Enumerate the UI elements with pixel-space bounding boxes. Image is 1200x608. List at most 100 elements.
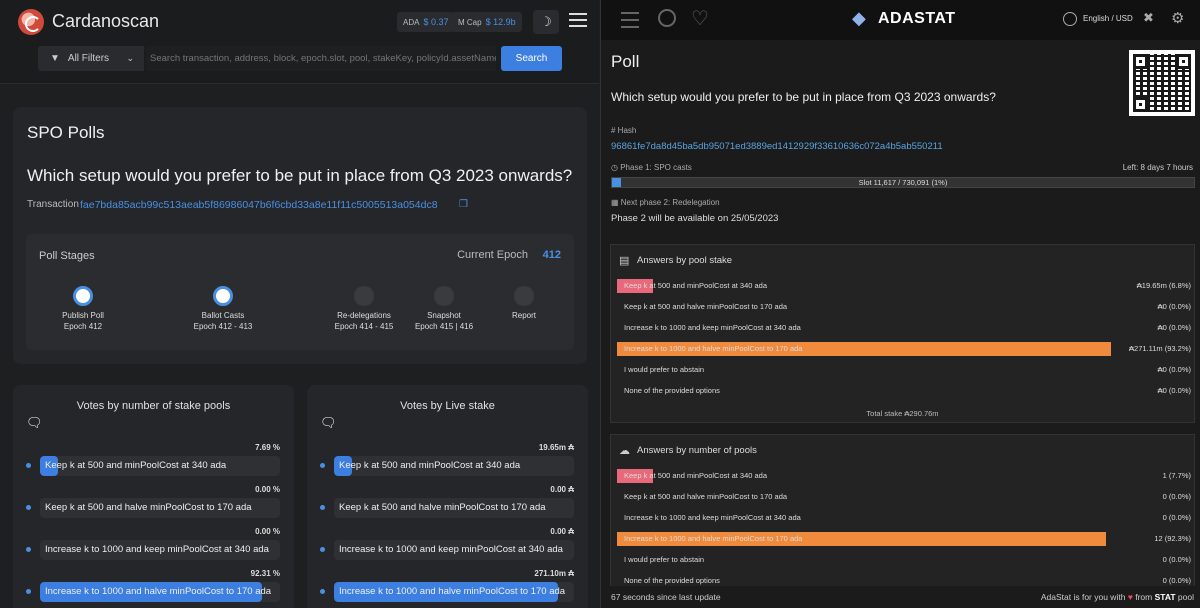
answer-row: Increase k to 1000 and halve minPoolCost… — [617, 342, 1191, 356]
answer-label: Increase k to 1000 and keep minPoolCost … — [624, 513, 801, 522]
vote-option-label: Increase k to 1000 and keep minPoolCost … — [45, 544, 269, 555]
poll-stages-title: Poll Stages — [39, 250, 95, 262]
vote-value: 0.00 ₳ — [550, 485, 574, 494]
adastat-header: ♡ ◆ ADASTAT English / USD ✖ ⚙ — [601, 0, 1200, 40]
vote-option-bar[interactable]: Increase k to 1000 and halve minPoolCost… — [334, 582, 574, 602]
answer-label: Keep k at 500 and halve minPoolCost to 1… — [624, 492, 788, 501]
search-bar: ▼ All Filters ⌄ Search — [38, 46, 562, 71]
theme-toggle-button[interactable]: ☽ — [533, 10, 559, 34]
vote-option-bar[interactable]: Increase k to 1000 and keep minPoolCost … — [40, 540, 280, 560]
answers-by-pools-panel: ☁ Answers by number of pools Keep k at 5… — [610, 434, 1195, 608]
page-title: SPO Polls — [27, 123, 105, 142]
copy-icon[interactable]: ❐ — [459, 199, 468, 210]
ada-price: $ 0.37 — [423, 17, 449, 27]
vote-bullet — [26, 547, 31, 552]
current-epoch-label: Current Epoch — [457, 249, 528, 261]
vote-option-label: Keep k at 500 and halve minPoolCost to 1… — [45, 502, 252, 513]
answer-value: ₳0 (0.0%) — [1157, 323, 1191, 332]
vote-option-bar[interactable]: Keep k at 500 and minPoolCost at 340 ada — [40, 456, 280, 476]
answer-label: Keep k at 500 and halve minPoolCost to 1… — [624, 302, 788, 311]
app-title[interactable]: Cardanoscan — [52, 11, 159, 32]
stage-dot — [354, 286, 374, 306]
time-left: Left: 8 days 7 hours — [1122, 163, 1193, 172]
search-icon[interactable] — [658, 9, 676, 27]
poll-question: Which setup would you prefer to be put i… — [27, 166, 573, 185]
transaction-hash-link[interactable]: fae7bda85acb99c513aeab5f86986047b6f6cbd3… — [80, 199, 438, 211]
answer-value: ₳271.11m (93.2%) — [1129, 344, 1191, 353]
answer-value: ₳0 (0.0%) — [1157, 365, 1191, 374]
heart-icon: ♥ — [1127, 592, 1133, 602]
vote-option-label: Keep k at 500 and halve minPoolCost to 1… — [339, 502, 546, 513]
filter-icon: ▼ — [50, 53, 60, 64]
menu-icon[interactable] — [621, 12, 639, 33]
vote-option-label: Keep k at 500 and minPoolCost at 340 ada — [45, 460, 227, 471]
clock-icon: ◷ — [611, 163, 621, 172]
search-button[interactable]: Search — [501, 46, 562, 71]
vote-bullet — [320, 463, 325, 468]
phase2-label: ▦ Next phase 2: Redelegation — [611, 198, 720, 207]
vote-option-bar[interactable]: Keep k at 500 and minPoolCost at 340 ada — [334, 456, 574, 476]
transaction-label: Transaction — [27, 199, 79, 210]
answer-value: 12 (92.3%) — [1154, 534, 1191, 543]
answer-label: Keep k at 500 and minPoolCost at 340 ada — [624, 471, 768, 480]
brand-name[interactable]: ADASTAT — [878, 10, 956, 28]
calendar-icon: ▦ — [611, 198, 621, 207]
vote-option-label: Increase k to 1000 and keep minPoolCost … — [339, 544, 563, 555]
vote-option-bar[interactable]: Increase k to 1000 and halve minPoolCost… — [40, 582, 280, 602]
answer-value: 0 (0.0%) — [1162, 492, 1191, 501]
answer-value: ₳0 (0.0%) — [1157, 302, 1191, 311]
vote-option-bar[interactable]: Keep k at 500 and halve minPoolCost to 1… — [40, 498, 280, 518]
diamond-logo-icon: ◆ — [852, 8, 866, 28]
language-selector[interactable]: English / USD — [1083, 14, 1133, 23]
stage-publish-poll: Publish Poll Epoch 412 — [33, 286, 133, 331]
vote-value: 0.00 ₳ — [550, 527, 574, 536]
stage-dot — [514, 286, 534, 306]
stage-name: Publish Poll — [62, 311, 104, 320]
last-update: 67 seconds since last update — [611, 592, 721, 602]
vote-option-bar[interactable]: Increase k to 1000 and keep minPoolCost … — [334, 540, 574, 560]
chat-icon: 🗨 — [320, 415, 337, 430]
vote-value: 92.31 % — [250, 569, 280, 578]
globe-icon[interactable] — [1063, 12, 1077, 26]
answer-value: ₳19.65m (6.8%) — [1136, 281, 1191, 290]
answers-by-stake-panel: ▤ Answers by pool stake Keep k at 500 an… — [610, 244, 1195, 423]
answer-label: Increase k to 1000 and halve minPoolCost… — [624, 344, 803, 353]
vote-value: 7.69 % — [255, 443, 280, 452]
current-epoch-value: 412 — [542, 249, 561, 261]
vote-value: 19.65m ₳ — [538, 443, 574, 452]
chat-icon: 🗨 — [26, 415, 43, 430]
vote-option-bar[interactable]: Keep k at 500 and halve minPoolCost to 1… — [334, 498, 574, 518]
vote-option-label: Keep k at 500 and minPoolCost at 340 ada — [339, 460, 521, 471]
cardanoscan-logo[interactable] — [18, 9, 44, 35]
stat-pool-link[interactable]: STAT — [1155, 592, 1176, 602]
answer-row: Keep k at 500 and minPoolCost at 340 ada… — [617, 279, 1191, 293]
footer-credit: AdaStat is for you with ♥ from STAT pool — [1040, 592, 1194, 602]
theme-icon[interactable]: ✖ — [1143, 10, 1154, 26]
answer-row: I would prefer to abstain 0 (0.0%) — [617, 553, 1191, 567]
answer-label: Keep k at 500 and minPoolCost at 340 ada — [624, 281, 768, 290]
footer: 67 seconds since last update AdaStat is … — [601, 586, 1200, 608]
filter-dropdown[interactable]: ▼ All Filters ⌄ — [38, 46, 144, 71]
vote-bullet — [320, 505, 325, 510]
stage-epoch: Epoch 415 | 416 — [414, 322, 474, 331]
votes-card-title: Votes by Live stake — [400, 400, 495, 412]
cloud-icon: ☁ — [619, 445, 630, 457]
vote-value: 0.00 % — [255, 527, 280, 536]
answer-label: Increase k to 1000 and keep minPoolCost … — [624, 323, 801, 332]
votes-by-stake-card: 🗨 Votes by Live stake 19.65m ₳ Keep k at … — [307, 385, 588, 608]
search-input[interactable] — [146, 46, 496, 71]
menu-button[interactable] — [569, 13, 587, 29]
stage-ballot-casts: Ballot Casts Epoch 412 - 413 — [173, 286, 273, 331]
panel-title: Answers by pool stake — [637, 255, 733, 266]
vote-bullet — [26, 589, 31, 594]
qr-code — [1129, 50, 1195, 116]
answer-row: Keep k at 500 and halve minPoolCost to 1… — [617, 300, 1191, 314]
screen: Cardanoscan ADA $ 0.37 M Cap $ 12.9b ☽ ▼ Al… — [0, 0, 1200, 608]
spo-polls-card: SPO Polls Which setup would you prefer t… — [13, 107, 587, 364]
moon-icon: ☽ — [540, 14, 552, 29]
page-title: Poll — [611, 52, 640, 71]
gear-icon[interactable]: ⚙ — [1171, 9, 1184, 27]
heart-icon[interactable]: ♡ — [691, 6, 709, 31]
hash-link[interactable]: 96861fe7da8d45ba5db95071ed3889ed1412929f… — [611, 141, 943, 152]
answer-row: Increase k to 1000 and keep minPoolCost … — [617, 321, 1191, 335]
